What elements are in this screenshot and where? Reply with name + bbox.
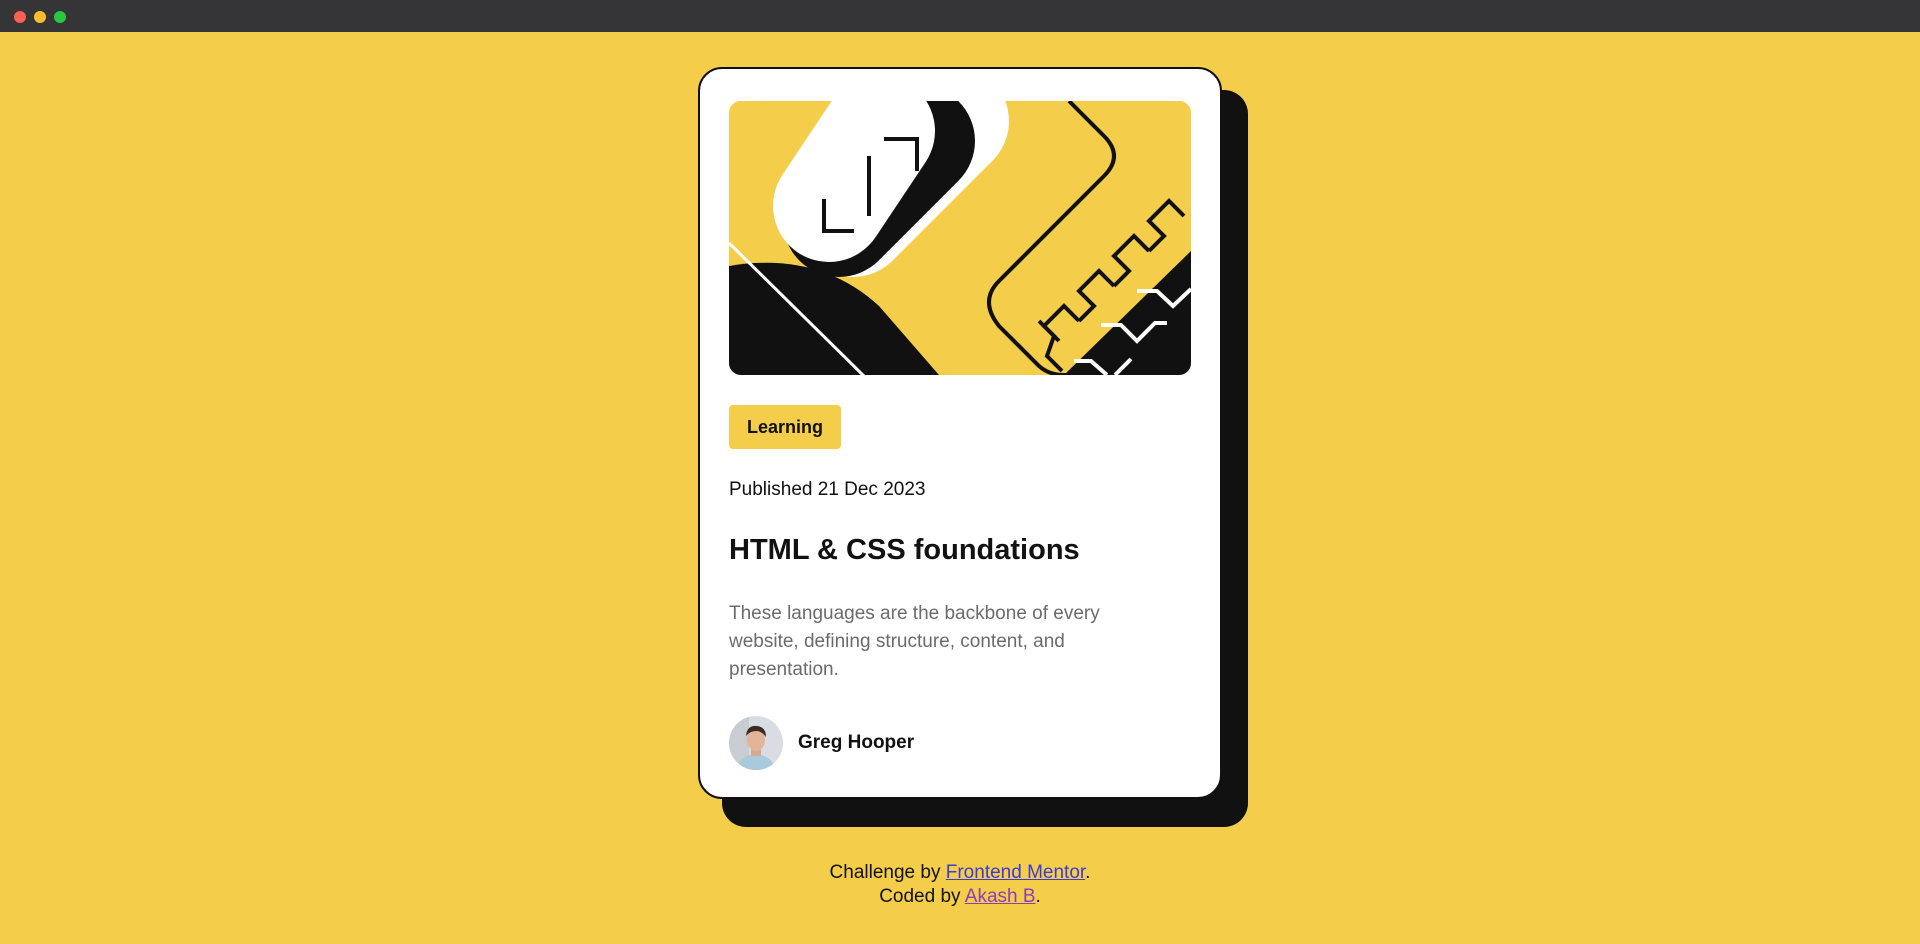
avatar-photo-icon — [729, 716, 783, 770]
card-title[interactable]: HTML & CSS foundations — [729, 534, 1080, 567]
avatar — [729, 716, 783, 770]
window-titlebar — [0, 0, 1920, 32]
author: Greg Hooper — [729, 715, 914, 771]
attribution: Challenge by Frontend Mentor. Coded by A… — [0, 861, 1920, 909]
window-close-button[interactable] — [14, 11, 26, 23]
attribution-suffix: . — [1085, 862, 1091, 883]
category-tag: Learning — [729, 405, 841, 449]
frontend-mentor-link[interactable]: Frontend Mentor — [946, 862, 1085, 883]
attribution-suffix: . — [1035, 886, 1041, 907]
illustration-article-icon — [729, 101, 1191, 375]
attribution-prefix: Coded by — [879, 886, 965, 907]
card-illustration — [729, 101, 1191, 375]
attribution-line-challenge: Challenge by Frontend Mentor. — [0, 861, 1920, 885]
author-name: Greg Hooper — [798, 732, 915, 753]
blog-preview-card: Learning Published 21 Dec 2023 HTML & CS… — [698, 67, 1222, 799]
window-maximize-button[interactable] — [54, 11, 66, 23]
attribution-line-coded-by: Coded by Akash B. — [0, 885, 1920, 909]
window-minimize-button[interactable] — [34, 11, 46, 23]
author-profile-link[interactable]: Akash B — [965, 886, 1036, 907]
published-date: Published 21 Dec 2023 — [729, 479, 926, 500]
attribution-prefix: Challenge by — [829, 862, 946, 883]
card-description: These languages are the backbone of ever… — [729, 603, 1100, 680]
